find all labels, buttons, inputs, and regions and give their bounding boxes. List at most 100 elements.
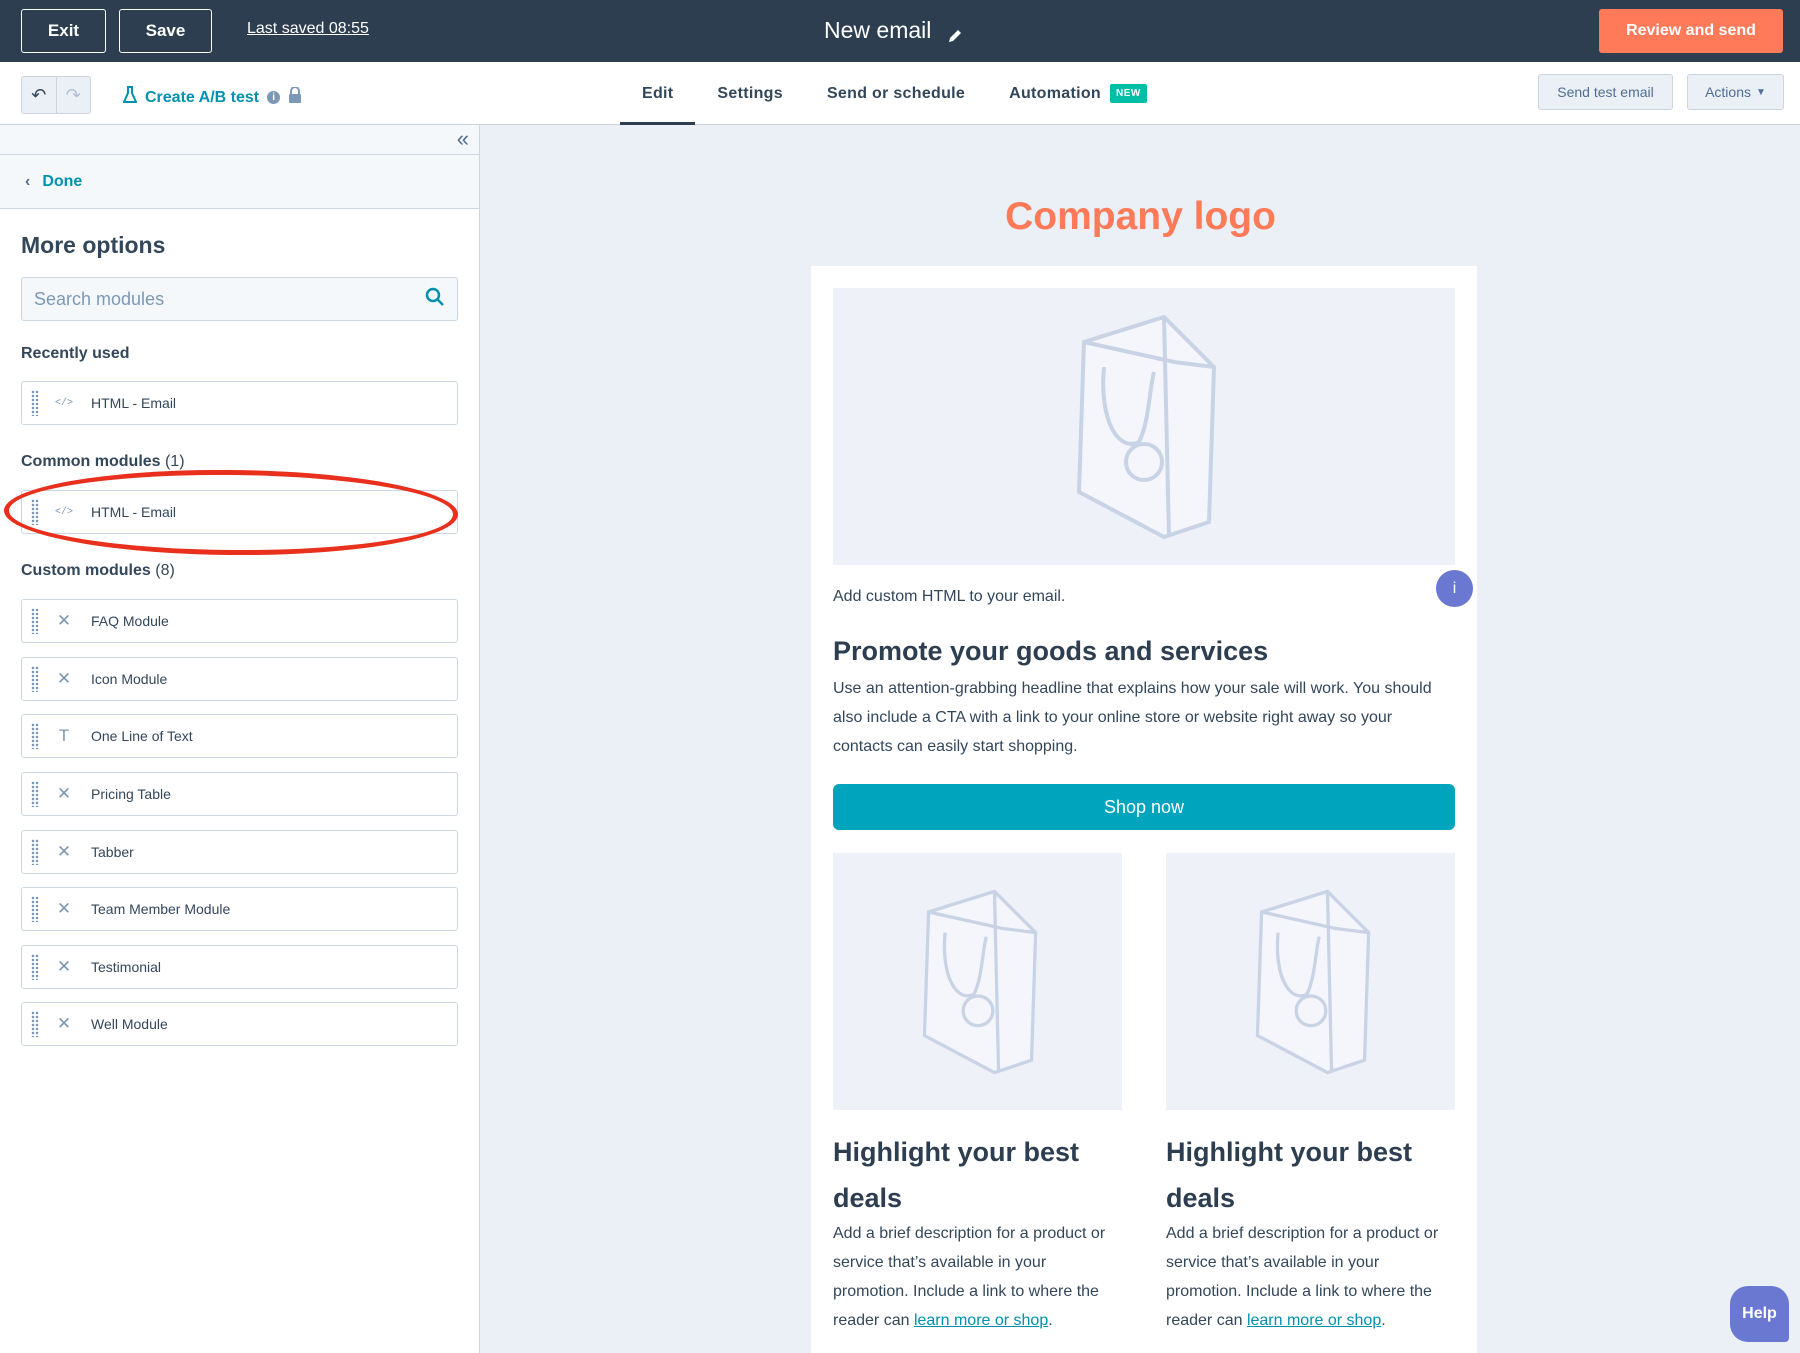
deal-heading[interactable]: Highlight your best deals <box>1166 1129 1455 1221</box>
drag-handle-icon[interactable] <box>31 666 39 692</box>
code-icon: </> <box>54 506 73 518</box>
module-label: Testimonial <box>91 959 162 975</box>
tab-settings[interactable]: Settings <box>695 62 805 125</box>
redo-icon[interactable]: ↷ <box>55 77 91 113</box>
module-item-testimonial[interactable]: ✕ Testimonial <box>21 945 458 989</box>
drag-handle-icon[interactable] <box>31 896 39 922</box>
cross-icon: ✕ <box>56 957 72 976</box>
module-item-tabber[interactable]: ✕ Tabber <box>21 830 458 874</box>
drag-handle-icon[interactable] <box>31 723 39 749</box>
learn-more-link[interactable]: learn more or shop <box>1247 1312 1381 1329</box>
shopping-bag-icon <box>1255 889 1370 1074</box>
custom-modules-label: Custom modules <box>21 562 151 579</box>
done-label: Done <box>42 172 83 190</box>
text-icon: T <box>58 726 70 745</box>
cross-icon: ✕ <box>56 611 72 630</box>
sidebar-collapse-row: « <box>0 125 479 155</box>
send-test-email-button[interactable]: Send test email <box>1538 74 1673 110</box>
search-modules-field[interactable] <box>21 277 458 321</box>
common-modules-heading: Common modules (1) <box>21 453 185 471</box>
module-item-pricing-table[interactable]: ✕ Pricing Table <box>21 772 458 816</box>
deal-image-placeholder[interactable] <box>1166 853 1455 1110</box>
hero-image-placeholder[interactable] <box>833 288 1455 565</box>
learn-more-link[interactable]: learn more or shop <box>914 1312 1048 1329</box>
collapse-sidebar-icon[interactable]: « <box>457 128 469 150</box>
top-bar: Exit Save Last saved 08:55 New email Rev… <box>0 0 1800 62</box>
module-label: Team Member Module <box>91 901 231 917</box>
caret-down-icon: ▼ <box>1756 86 1766 98</box>
email-title-text: New email <box>824 17 932 43</box>
email-body: Add custom HTML to your email. i Promote… <box>811 266 1477 1353</box>
module-item-team-member[interactable]: ✕ Team Member Module <box>21 887 458 931</box>
module-item-html-email[interactable]: </> HTML - Email <box>21 490 458 534</box>
info-icon[interactable]: i <box>1436 570 1473 607</box>
deal-text[interactable]: Add a brief description for a product or… <box>833 1219 1122 1335</box>
tab-automation[interactable]: Automation NEW <box>987 62 1169 125</box>
module-label: HTML - Email <box>91 504 177 520</box>
cross-icon: ✕ <box>56 669 72 688</box>
lock-icon <box>288 86 302 108</box>
drag-handle-icon[interactable] <box>31 954 39 980</box>
cross-icon: ✕ <box>56 784 72 803</box>
search-icon[interactable] <box>425 287 445 312</box>
html-module-caption: Add custom HTML to your email. <box>833 588 1066 605</box>
info-icon[interactable]: i <box>267 91 281 104</box>
module-item-faq[interactable]: ✕ FAQ Module <box>21 599 458 643</box>
module-label: FAQ Module <box>91 613 169 629</box>
module-item-well[interactable]: ✕ Well Module <box>21 1002 458 1046</box>
tab-label: Automation <box>1009 84 1101 102</box>
module-label: Pricing Table <box>91 786 171 802</box>
tab-label: Send or schedule <box>826 84 966 102</box>
module-item-icon[interactable]: ✕ Icon Module <box>21 657 458 701</box>
save-button[interactable]: Save <box>119 9 212 53</box>
company-logo[interactable]: Company logo <box>481 195 1800 239</box>
drag-handle-icon[interactable] <box>31 839 39 865</box>
tab-edit[interactable]: Edit <box>620 62 696 126</box>
deal-image-placeholder[interactable] <box>833 853 1122 1110</box>
actions-dropdown[interactable]: Actions ▼ <box>1687 74 1784 110</box>
promo-heading[interactable]: Promote your goods and services <box>833 636 1268 667</box>
cross-icon: ✕ <box>56 842 72 861</box>
deal-text[interactable]: Add a brief description for a product or… <box>1166 1219 1455 1335</box>
drag-handle-icon[interactable] <box>31 781 39 807</box>
module-label: Well Module <box>91 1016 168 1032</box>
common-modules-count: (1) <box>165 453 185 470</box>
done-link[interactable]: ‹ Done <box>0 155 479 209</box>
review-and-send-button[interactable]: Review and send <box>1599 9 1783 53</box>
module-item-one-line-of-text[interactable]: T One Line of Text <box>21 714 458 758</box>
code-icon: </> <box>54 397 73 409</box>
ab-test-label: Create A/B test <box>145 88 260 106</box>
last-saved-link[interactable]: Last saved 08:55 <box>247 20 369 38</box>
editor-toolbar: ↶ ↷ Create A/B test i Edit Settings Send… <box>0 62 1800 126</box>
deal-text-end: . <box>1048 1312 1053 1329</box>
drag-handle-icon[interactable] <box>31 608 39 634</box>
module-label: One Line of Text <box>91 728 193 744</box>
tab-label: Edit <box>642 84 674 102</box>
module-sidebar: « ‹ Done More options Recently used </> … <box>0 125 480 1353</box>
promo-text[interactable]: Use an attention-grabbing headline that … <box>833 674 1455 761</box>
panel-title: More options <box>21 232 166 258</box>
drag-handle-icon[interactable] <box>31 1011 39 1037</box>
drag-handle-icon[interactable] <box>31 390 39 416</box>
pencil-icon[interactable] <box>947 23 963 42</box>
drag-handle-icon[interactable] <box>31 499 39 525</box>
undo-icon[interactable]: ↶ <box>22 77 56 113</box>
tab-label: Settings <box>717 84 783 102</box>
create-ab-test-link[interactable]: Create A/B test i <box>122 86 302 109</box>
email-title[interactable]: New email <box>824 17 963 44</box>
module-label: Icon Module <box>91 671 168 687</box>
module-label: HTML - Email <box>91 395 177 411</box>
shopping-bag-icon <box>1076 314 1217 539</box>
tab-send-or-schedule[interactable]: Send or schedule <box>805 62 987 125</box>
deal-heading[interactable]: Highlight your best deals <box>833 1129 1122 1221</box>
undo-redo-group: ↶ ↷ <box>21 76 91 114</box>
module-item-html-email-recent[interactable]: </> HTML - Email <box>21 381 458 425</box>
shopping-bag-icon <box>922 889 1037 1074</box>
new-badge: NEW <box>1110 84 1147 103</box>
exit-button[interactable]: Exit <box>21 9 106 53</box>
shop-now-button[interactable]: Shop now <box>833 784 1455 830</box>
actions-label: Actions <box>1705 84 1751 100</box>
custom-modules-heading: Custom modules (8) <box>21 562 175 580</box>
search-input[interactable] <box>34 288 425 310</box>
help-button[interactable]: Help <box>1730 1286 1789 1342</box>
